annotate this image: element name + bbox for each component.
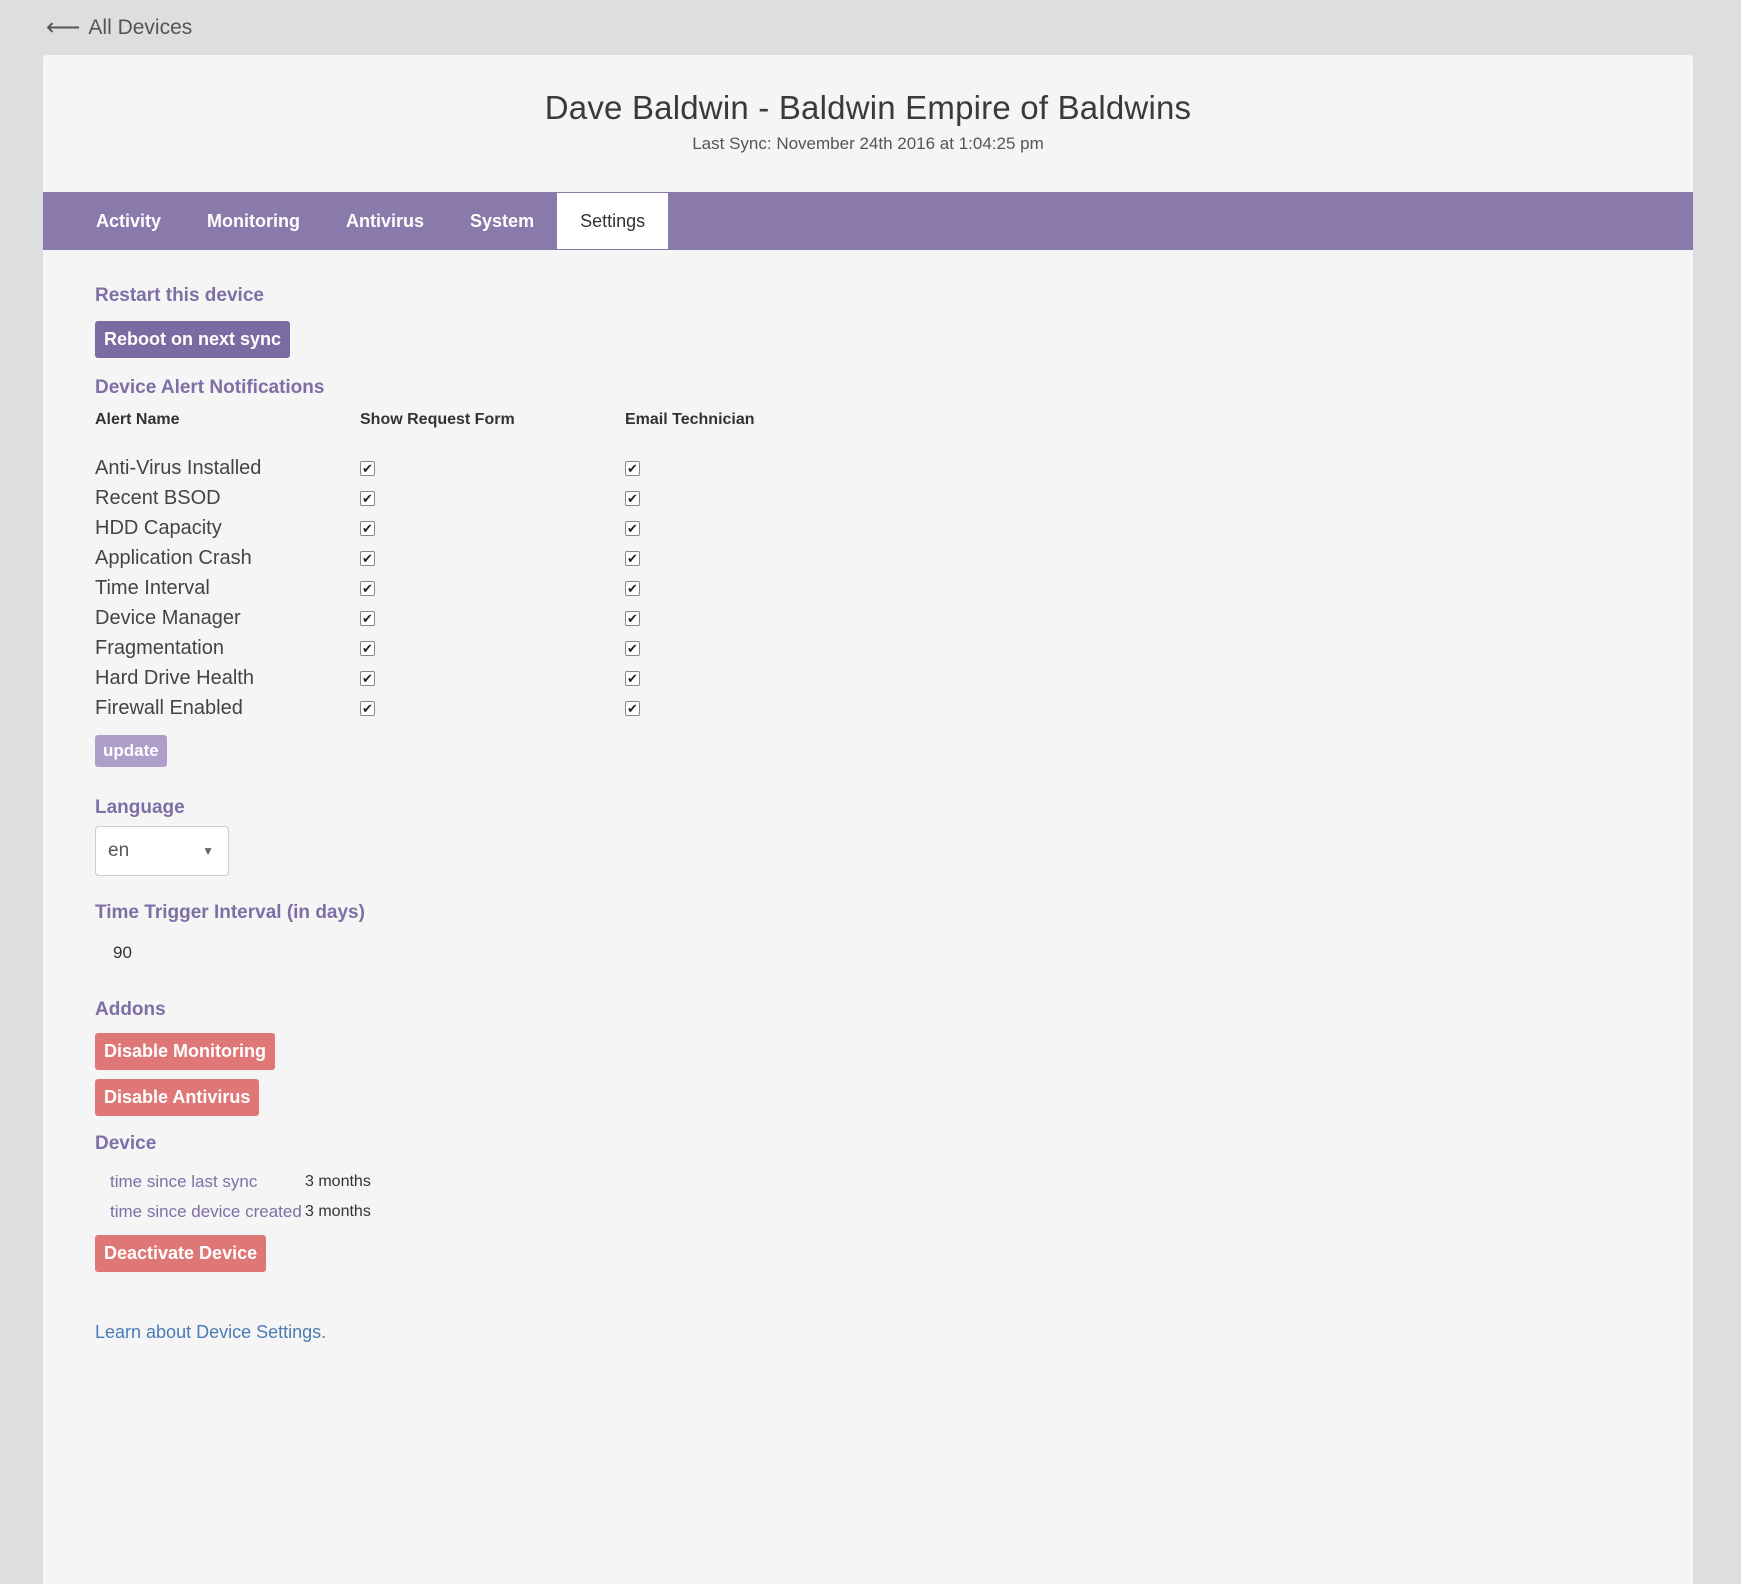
- alert-row: Firewall Enabled ✔ ✔: [95, 693, 1693, 723]
- col-header-email-technician: Email Technician: [625, 411, 755, 428]
- email-technician-checkbox[interactable]: ✔: [625, 550, 640, 566]
- show-request-form-cell: ✔: [360, 700, 625, 716]
- language-select-value: en: [108, 840, 130, 861]
- time-trigger-value[interactable]: 90: [95, 943, 1693, 963]
- email-technician-checkbox[interactable]: ✔: [625, 490, 640, 506]
- page-title: Dave Baldwin - Baldwin Empire of Baldwin…: [544, 89, 1192, 126]
- device-info-value: 3 months: [305, 1203, 371, 1220]
- alert-row: Time Interval ✔ ✔: [95, 573, 1693, 603]
- alerts-section-title: Device Alert Notifications: [95, 377, 325, 398]
- back-link-label: All Devices: [88, 16, 193, 39]
- col-header-show-request-form: Show Request Form: [360, 411, 515, 428]
- alert-rows: Anti-Virus Installed ✔ ✔ Recent BSOD ✔ ✔ HDD C…: [95, 453, 1693, 723]
- alert-row: Fragmentation ✔ ✔: [95, 633, 1693, 663]
- learn-about-device-settings-link[interactable]: Learn about Device Settings.: [95, 1322, 326, 1342]
- show-request-form-checkbox[interactable]: ✔: [360, 610, 375, 626]
- show-request-form-cell: ✔: [360, 640, 625, 656]
- device-info-key: time since last sync: [110, 1172, 258, 1191]
- email-technician-checkbox[interactable]: ✔: [625, 700, 640, 716]
- addons-section-title: Addons: [95, 999, 166, 1020]
- alert-name: Hard Drive Health: [95, 666, 254, 689]
- email-technician-cell: ✔: [625, 460, 825, 476]
- device-info-row: time since last sync 3 months: [95, 1167, 1693, 1197]
- alert-name: Application Crash: [95, 546, 252, 569]
- show-request-form-checkbox[interactable]: ✔: [360, 580, 375, 596]
- alert-row: Device Manager ✔ ✔: [95, 603, 1693, 633]
- show-request-form-checkbox[interactable]: ✔: [360, 520, 375, 536]
- device-info-value: 3 months: [305, 1173, 371, 1190]
- show-request-form-cell: ✔: [360, 460, 625, 476]
- device-info-key: time since device created: [110, 1202, 302, 1221]
- show-request-form-cell: ✔: [360, 520, 625, 536]
- device-info-row: time since device created 3 months: [95, 1197, 1693, 1227]
- tab-settings[interactable]: Settings: [557, 193, 669, 249]
- show-request-form-cell: ✔: [360, 550, 625, 566]
- alert-name: Fragmentation: [95, 636, 224, 659]
- back-to-all-devices-link[interactable]: ⟵ All Devices: [46, 16, 192, 40]
- show-request-form-checkbox[interactable]: ✔: [360, 670, 375, 686]
- alert-row: Anti-Virus Installed ✔ ✔: [95, 453, 1693, 483]
- email-technician-cell: ✔: [625, 640, 825, 656]
- show-request-form-cell: ✔: [360, 610, 625, 626]
- deactivate-device-button[interactable]: Deactivate Device: [95, 1235, 267, 1272]
- show-request-form-cell: ✔: [360, 580, 625, 596]
- language-section-title: Language: [95, 797, 185, 818]
- tab-monitoring[interactable]: Monitoring: [184, 193, 323, 249]
- arrow-left-icon: ⟵: [46, 14, 81, 41]
- email-technician-checkbox[interactable]: ✔: [625, 460, 640, 476]
- email-technician-cell: ✔: [625, 700, 825, 716]
- alert-row: HDD Capacity ✔ ✔: [95, 513, 1693, 543]
- language-select[interactable]: en ▼: [95, 826, 229, 876]
- email-technician-checkbox[interactable]: ✔: [625, 640, 640, 656]
- time-trigger-section-title: Time Trigger Interval (in days): [95, 902, 365, 923]
- alert-row: Recent BSOD ✔ ✔: [95, 483, 1693, 513]
- show-request-form-checkbox[interactable]: ✔: [360, 550, 375, 566]
- tab-system[interactable]: System: [447, 193, 557, 249]
- update-alerts-button[interactable]: update: [95, 735, 167, 767]
- tab-bar: Activity Monitoring Antivirus System Set…: [43, 192, 1693, 250]
- show-request-form-checkbox[interactable]: ✔: [360, 460, 375, 476]
- tab-activity[interactable]: Activity: [73, 193, 184, 249]
- show-request-form-checkbox[interactable]: ✔: [360, 700, 375, 716]
- email-technician-cell: ✔: [625, 550, 825, 566]
- col-header-alert-name: Alert Name: [95, 411, 180, 428]
- tab-antivirus[interactable]: Antivirus: [323, 193, 447, 249]
- alert-name: Firewall Enabled: [95, 696, 243, 719]
- alert-name: HDD Capacity: [95, 516, 222, 539]
- settings-content: Restart this device Reboot on next sync …: [43, 250, 1693, 1343]
- email-technician-checkbox[interactable]: ✔: [625, 670, 640, 686]
- alert-row: Hard Drive Health ✔ ✔: [95, 663, 1693, 693]
- device-card: Dave Baldwin - Baldwin Empire of Baldwin…: [43, 55, 1693, 1584]
- alert-name: Device Manager: [95, 606, 241, 629]
- disable-monitoring-button[interactable]: Disable Monitoring: [95, 1033, 275, 1070]
- alert-name: Anti-Virus Installed: [95, 456, 262, 479]
- alert-name: Recent BSOD: [95, 486, 221, 509]
- device-info: time since last sync 3 months time since…: [95, 1167, 1693, 1227]
- chevron-down-icon: ▼: [202, 844, 214, 858]
- alert-row: Application Crash ✔ ✔: [95, 543, 1693, 573]
- email-technician-cell: ✔: [625, 520, 825, 536]
- restart-section-title: Restart this device: [95, 285, 264, 306]
- last-sync-text: Last Sync: November 24th 2016 at 1:04:25…: [692, 134, 1044, 153]
- disable-antivirus-button[interactable]: Disable Antivirus: [95, 1079, 260, 1116]
- reboot-on-next-sync-button[interactable]: Reboot on next sync: [95, 321, 291, 358]
- email-technician-checkbox[interactable]: ✔: [625, 520, 640, 536]
- email-technician-cell: ✔: [625, 670, 825, 686]
- show-request-form-checkbox[interactable]: ✔: [360, 490, 375, 506]
- alert-name: Time Interval: [95, 576, 210, 599]
- email-technician-cell: ✔: [625, 490, 825, 506]
- show-request-form-cell: ✔: [360, 490, 625, 506]
- alert-table-header: Alert Name Show Request Form Email Techn…: [95, 411, 1693, 441]
- device-section-title: Device: [95, 1133, 157, 1154]
- email-technician-checkbox[interactable]: ✔: [625, 580, 640, 596]
- alert-table: Alert Name Show Request Form Email Techn…: [95, 411, 1693, 723]
- email-technician-checkbox[interactable]: ✔: [625, 610, 640, 626]
- show-request-form-checkbox[interactable]: ✔: [360, 640, 375, 656]
- email-technician-cell: ✔: [625, 580, 825, 596]
- device-header: Dave Baldwin - Baldwin Empire of Baldwin…: [43, 55, 1693, 192]
- show-request-form-cell: ✔: [360, 670, 625, 686]
- email-technician-cell: ✔: [625, 610, 825, 626]
